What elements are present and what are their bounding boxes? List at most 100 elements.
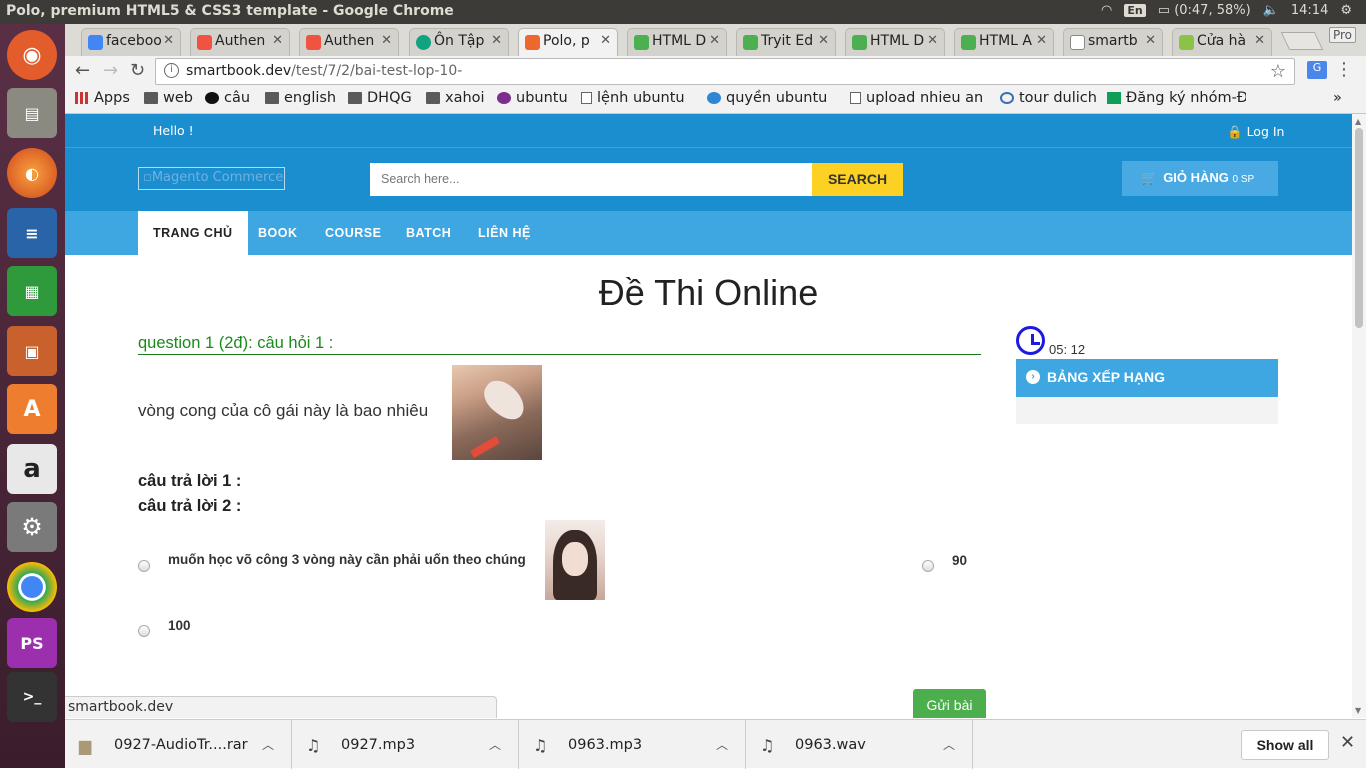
nav-item-course[interactable]: COURSE xyxy=(325,211,381,255)
close-icon[interactable]: ✕ xyxy=(163,33,174,48)
music-icon: ♫ xyxy=(306,736,321,755)
download-item[interactable]: ♫ 0963.wav ︿ xyxy=(746,720,973,769)
download-item[interactable]: ♫ 0963.mp3 ︿ xyxy=(519,720,746,769)
window-title: Polo, premium HTML5 & CSS3 template - Go… xyxy=(6,3,454,19)
bookmark-item[interactable]: Đăng ký nhóm-Đ xyxy=(1107,90,1246,106)
calc-icon[interactable]: ▦ xyxy=(7,266,57,316)
bookmark-folder[interactable]: english xyxy=(265,90,336,106)
bookmark-item[interactable]: upload nhieu anh xyxy=(850,90,982,106)
chevron-right-icon: › xyxy=(1026,370,1040,384)
tab[interactable]: Tryit Ed ✕ xyxy=(736,28,836,56)
tab[interactable]: smartb ✕ xyxy=(1063,28,1163,56)
close-icon[interactable]: ✕ xyxy=(1340,732,1355,753)
forward-icon[interactable]: → xyxy=(103,60,118,81)
tab[interactable]: HTML D ✕ xyxy=(845,28,945,56)
more-bookmarks-icon[interactable]: » xyxy=(1333,90,1342,106)
amazon-icon[interactable]: a xyxy=(7,444,57,494)
firefox-icon[interactable]: ◐ xyxy=(7,148,57,198)
close-icon[interactable]: ✕ xyxy=(709,33,720,48)
site-logo[interactable]: ▫Magento Commerce xyxy=(138,167,285,190)
ranking-header[interactable]: › BẢNG XẾP HẠNG xyxy=(1016,359,1278,397)
chrome-icon[interactable] xyxy=(7,562,57,612)
tab[interactable]: HTML A ✕ xyxy=(954,28,1054,56)
scroll-down-icon[interactable]: ▼ xyxy=(1355,706,1361,715)
search-input[interactable]: Search here... xyxy=(370,163,812,196)
phpstorm-icon[interactable]: PS xyxy=(7,618,57,668)
software-center-icon[interactable]: A xyxy=(7,384,57,434)
close-icon[interactable]: ✕ xyxy=(1254,33,1265,48)
bookmark-item[interactable]: lệnh ubuntu xyxy=(581,90,685,106)
keyboard-layout[interactable]: En xyxy=(1124,4,1146,17)
show-all-button[interactable]: Show all xyxy=(1241,730,1329,760)
profile-button[interactable]: Pro xyxy=(1328,27,1356,43)
bookmark-item[interactable]: tour dulich xyxy=(1000,90,1097,106)
cart-button[interactable]: 🛒 GIỎ HÀNG 0 SP xyxy=(1122,161,1278,196)
battery-indicator[interactable]: ▭ (0:47, 58%) xyxy=(1158,3,1251,18)
bookmark-star-icon[interactable]: ☆ xyxy=(1270,61,1286,82)
address-bar[interactable]: i smartbook.dev/test/7/2/bai-test-lop-10… xyxy=(155,58,1295,85)
nav-item-home[interactable]: TRANG CHỦ xyxy=(138,211,248,255)
sheets-icon xyxy=(1107,92,1121,104)
chevron-up-icon[interactable]: ︿ xyxy=(489,736,501,753)
close-icon[interactable]: ✕ xyxy=(491,33,502,48)
bookmark-item[interactable]: quyền ubuntu xyxy=(707,90,827,106)
back-icon[interactable]: ← xyxy=(75,60,90,81)
tab-active[interactable]: Polo, p ✕ xyxy=(518,28,618,56)
bookmark-folder[interactable]: xahoi xyxy=(426,90,485,106)
chevron-up-icon[interactable]: ︿ xyxy=(943,736,955,753)
settings-icon[interactable]: ⚙ xyxy=(7,502,57,552)
translate-extension-icon[interactable]: G xyxy=(1307,61,1327,79)
bookmark-item[interactable]: câu xyxy=(205,90,250,106)
new-tab-button[interactable] xyxy=(1280,32,1324,50)
bookmark-item[interactable]: ubuntu xyxy=(497,90,568,106)
close-icon[interactable]: ✕ xyxy=(600,33,611,48)
nav-item-batch[interactable]: BATCH xyxy=(406,211,451,255)
bookmark-folder[interactable]: DHQG xyxy=(348,90,412,106)
laravel-icon xyxy=(197,35,212,50)
divider xyxy=(65,147,1352,148)
tab[interactable]: Authen ✕ xyxy=(299,28,399,56)
submit-button[interactable]: Gửi bài xyxy=(913,689,986,718)
bookmark-apps[interactable]: Apps xyxy=(75,90,130,106)
option-radio[interactable] xyxy=(922,560,934,572)
chevron-up-icon[interactable]: ︿ xyxy=(262,736,274,753)
scroll-up-icon[interactable]: ▲ xyxy=(1355,117,1361,126)
reload-icon[interactable]: ↻ xyxy=(130,60,145,81)
tab[interactable]: Ôn Tập ✕ xyxy=(409,28,509,56)
option-radio[interactable] xyxy=(138,560,150,572)
close-icon[interactable]: ✕ xyxy=(272,33,283,48)
volume-icon[interactable]: 🔈 xyxy=(1263,3,1279,18)
files-icon[interactable]: ▤ xyxy=(7,88,57,138)
system-indicators: ◠ En ▭ (0:47, 58%) 🔈 14:14 ⚙ xyxy=(1101,3,1352,18)
search-button[interactable]: SEARCH xyxy=(812,163,903,196)
wifi-icon[interactable]: ◠ xyxy=(1101,3,1112,18)
download-item[interactable]: ▆ 0927-AudioTr....rar ︿ xyxy=(65,720,292,769)
close-icon[interactable]: ✕ xyxy=(381,33,392,48)
download-item[interactable]: ♫ 0927.mp3 ︿ xyxy=(292,720,519,769)
nav-item-book[interactable]: BOOK xyxy=(258,211,298,255)
terminal-icon[interactable]: >_ xyxy=(7,672,57,722)
tab[interactable]: Authen ✕ xyxy=(190,28,290,56)
tab[interactable]: faceboo ✕ xyxy=(81,28,181,56)
nav-item-contact[interactable]: LIÊN HỆ xyxy=(478,211,531,255)
page-scrollbar[interactable]: ▲ ▼ xyxy=(1352,114,1366,718)
impress-icon[interactable]: ▣ xyxy=(7,326,57,376)
close-icon[interactable]: ✕ xyxy=(1036,33,1047,48)
tab[interactable]: HTML D ✕ xyxy=(627,28,727,56)
option-radio[interactable] xyxy=(138,625,150,637)
clock[interactable]: 14:14 xyxy=(1291,3,1328,18)
scrollbar-thumb[interactable] xyxy=(1355,128,1363,328)
close-icon[interactable]: ✕ xyxy=(1145,33,1156,48)
bookmark-folder[interactable]: web xyxy=(144,90,193,106)
tab[interactable]: Cửa hà ✕ xyxy=(1172,28,1272,56)
login-link[interactable]: 🔒 Log In xyxy=(1227,124,1284,140)
close-icon[interactable]: ✕ xyxy=(927,33,938,48)
power-icon[interactable]: ⚙ xyxy=(1340,3,1352,18)
info-icon[interactable]: i xyxy=(164,63,179,78)
chevron-up-icon[interactable]: ︿ xyxy=(716,736,728,753)
github-icon xyxy=(205,92,219,104)
menu-icon[interactable]: ⋮ xyxy=(1335,59,1353,80)
writer-icon[interactable]: ≡ xyxy=(7,208,57,258)
ubuntu-icon[interactable]: ◉ xyxy=(7,30,57,80)
close-icon[interactable]: ✕ xyxy=(818,33,829,48)
